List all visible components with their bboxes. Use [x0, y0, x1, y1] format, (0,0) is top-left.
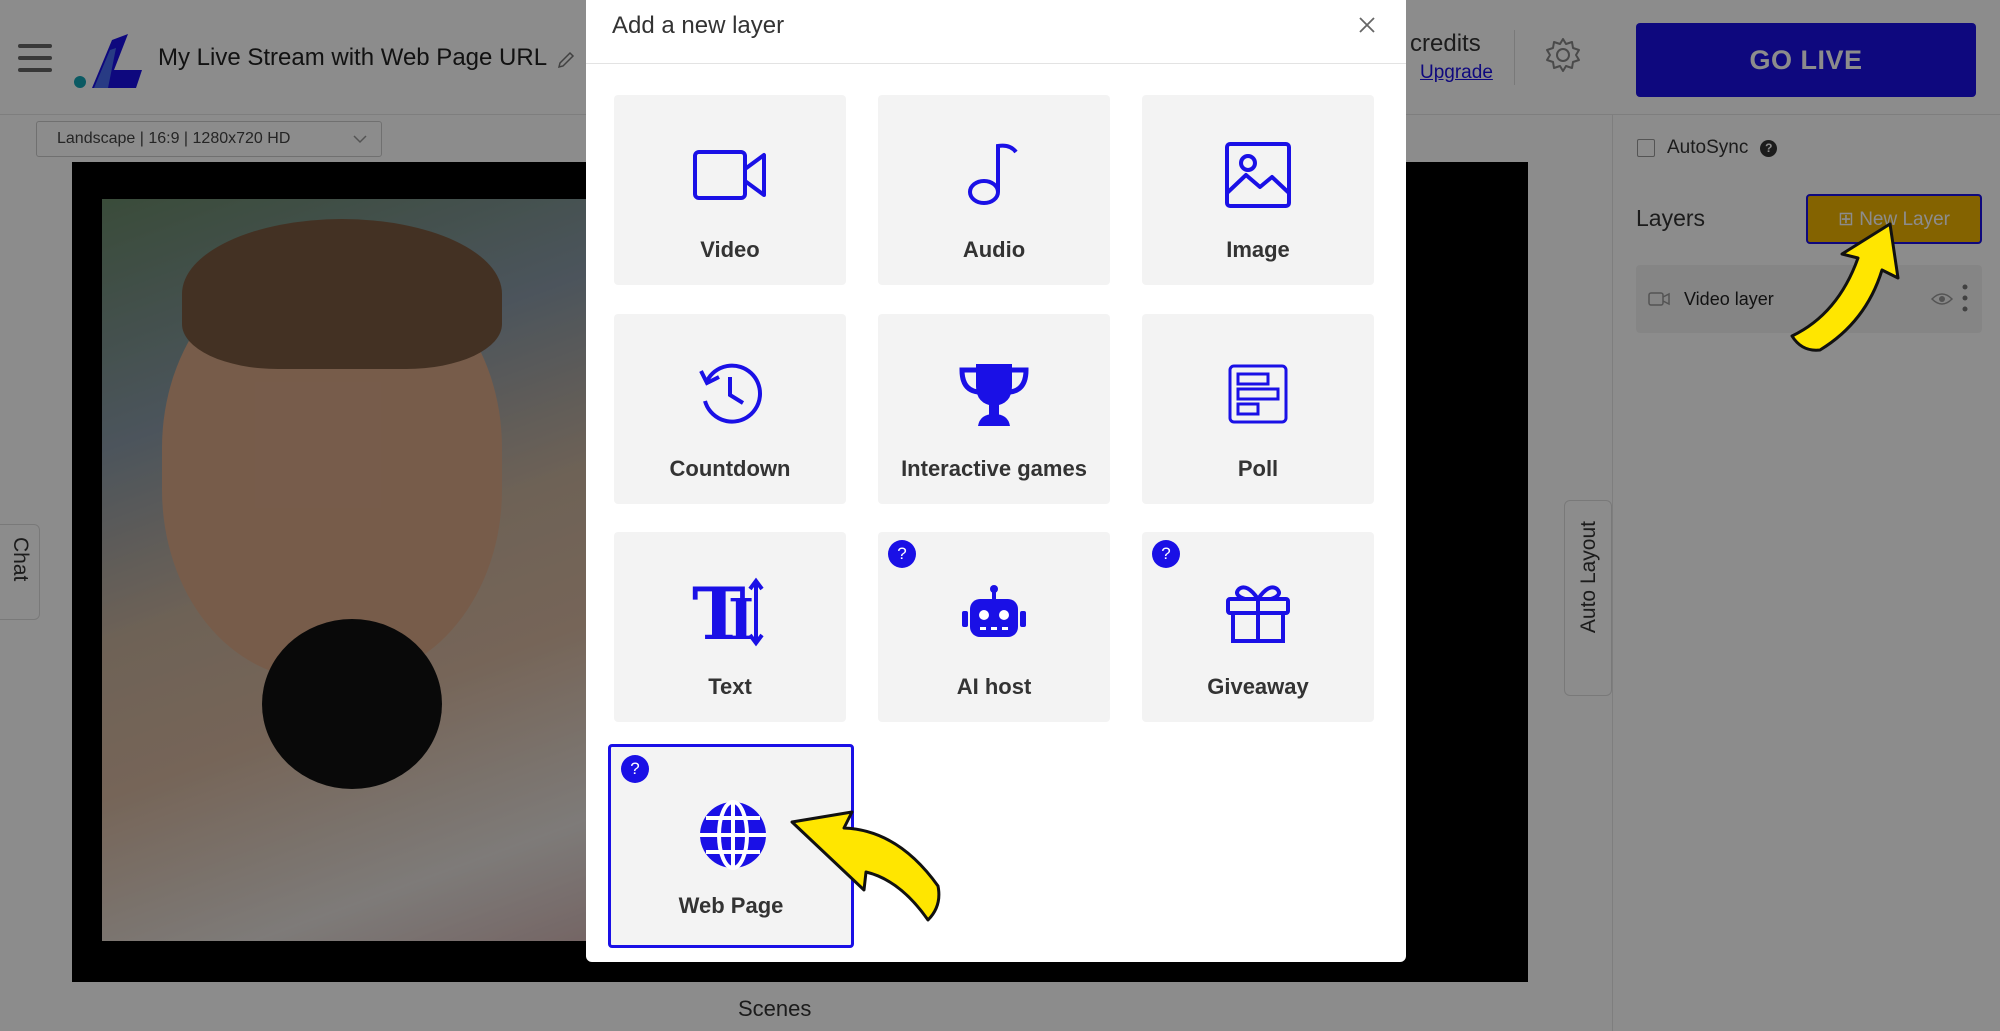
- clock-history-icon: [692, 356, 768, 432]
- gift-icon: [1220, 574, 1296, 650]
- text-height-icon: TI: [692, 574, 768, 650]
- annotation-arrow-web-page: [790, 810, 941, 922]
- tile-label: Poll: [1237, 456, 1279, 481]
- tile-countdown[interactable]: Countdown: [614, 314, 846, 504]
- tile-label: AI host: [956, 674, 1032, 699]
- tile-label: Video: [700, 237, 760, 262]
- annotation-arrow-new-layer: [1790, 222, 1900, 352]
- tile-ai-host[interactable]: ? AI host: [878, 532, 1110, 722]
- add-layer-modal: Add a new layer Video Audio Image Countd…: [586, 0, 1406, 962]
- tile-video[interactable]: Video: [614, 95, 846, 285]
- help-icon[interactable]: ?: [621, 755, 649, 783]
- trophy-icon: [956, 356, 1032, 432]
- tile-poll[interactable]: Poll: [1142, 314, 1374, 504]
- tile-interactive-games[interactable]: Interactive games: [878, 314, 1110, 504]
- poll-bars-icon: [1220, 356, 1296, 432]
- tile-label: Text: [708, 674, 752, 699]
- tile-audio[interactable]: Audio: [878, 95, 1110, 285]
- help-icon[interactable]: ?: [888, 540, 916, 568]
- tile-label: Audio: [962, 237, 1026, 262]
- tile-text[interactable]: TI Text: [614, 532, 846, 722]
- image-icon: [1220, 137, 1296, 213]
- help-icon[interactable]: ?: [1152, 540, 1180, 568]
- close-icon[interactable]: [1356, 14, 1378, 36]
- video-camera-icon: [692, 137, 768, 213]
- tile-label: Image: [1226, 237, 1290, 262]
- globe-icon: [695, 797, 771, 873]
- tile-label: Countdown: [669, 456, 791, 481]
- robot-icon: [956, 574, 1032, 650]
- tile-giveaway[interactable]: ? Giveaway: [1142, 532, 1374, 722]
- tile-image[interactable]: Image: [1142, 95, 1374, 285]
- tile-label: Interactive games: [901, 456, 1087, 481]
- modal-title: Add a new layer: [612, 12, 785, 39]
- tile-label: Giveaway: [1207, 674, 1309, 699]
- modal-header: Add a new layer: [586, 0, 1406, 64]
- music-note-icon: [956, 137, 1032, 213]
